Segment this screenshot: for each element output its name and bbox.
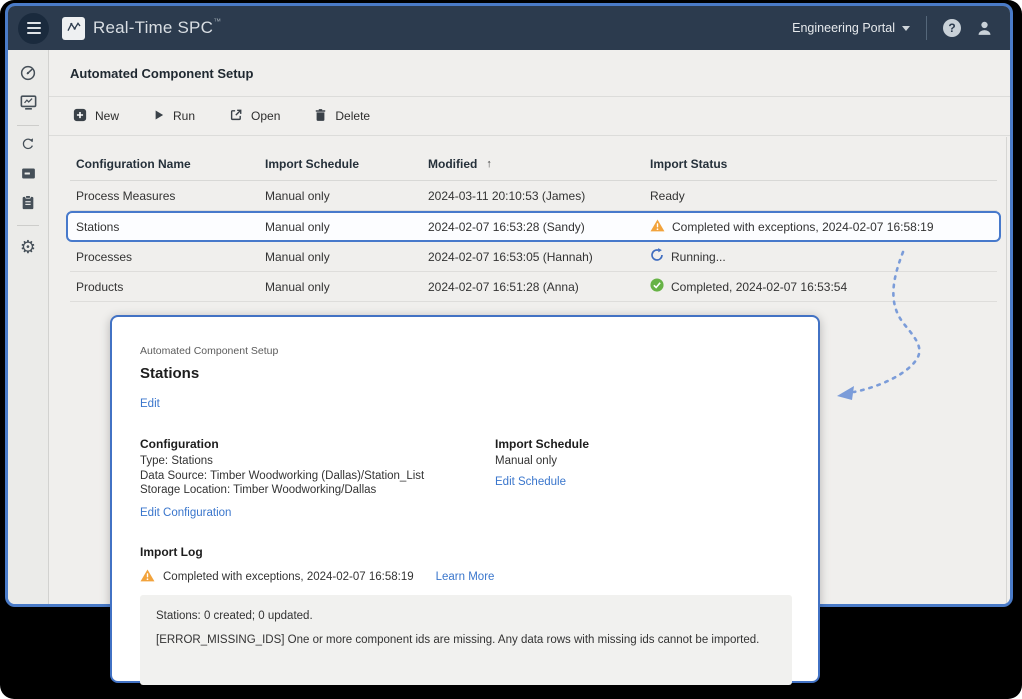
- sidebar-item-archive[interactable]: [13, 161, 43, 190]
- panel-title: Stations: [140, 365, 788, 382]
- table-row[interactable]: Products Manual only 2024-02-07 16:51:28…: [70, 272, 997, 302]
- cell-configuration-name: Process Measures: [70, 189, 259, 203]
- new-button[interactable]: New: [73, 108, 119, 125]
- cell-import-status: Ready: [644, 189, 997, 203]
- user-account-icon[interactable]: [975, 19, 994, 38]
- page-title: Automated Component Setup: [70, 66, 253, 81]
- cell-import-status: Completed, 2024-02-07 16:53:54: [644, 278, 997, 295]
- log-line: [ERROR_MISSING_IDS] One or more componen…: [156, 634, 776, 646]
- table-row[interactable]: Processes Manual only 2024-02-07 16:53:0…: [70, 242, 997, 272]
- sidebar-item-charts[interactable]: [13, 90, 43, 119]
- import-schedule-heading: Import Schedule: [495, 437, 589, 451]
- delete-button[interactable]: Delete: [314, 108, 370, 125]
- warning-icon: [650, 219, 665, 235]
- page-title-bar: Automated Component Setup: [49, 50, 1010, 97]
- portal-selector-label: Engineering Portal: [792, 21, 895, 35]
- configurations-table: Configuration Name Import Schedule Modif…: [70, 136, 997, 302]
- screenshot-frame: Real-Time SPC™ Engineering Portal ?: [0, 0, 1022, 699]
- portal-selector[interactable]: Engineering Portal: [792, 21, 910, 35]
- configuration-heading: Configuration: [140, 437, 495, 451]
- learn-more-link[interactable]: Learn More: [436, 571, 495, 583]
- table-header-row: Configuration Name Import Schedule Modif…: [70, 136, 997, 181]
- warning-icon: [140, 569, 155, 585]
- panel-breadcrumb: Automated Component Setup: [140, 345, 788, 357]
- cell-import-schedule: Manual only: [259, 189, 422, 203]
- gauge-icon: [19, 64, 37, 87]
- cell-import-status: Completed with exceptions, 2024-02-07 16…: [644, 219, 999, 235]
- cell-configuration-name: Processes: [70, 250, 259, 264]
- action-toolbar: New Run Open Delete: [49, 97, 1010, 136]
- sidebar-item-dashboard[interactable]: [13, 61, 43, 90]
- top-bar: Real-Time SPC™ Engineering Portal ?: [8, 6, 1010, 50]
- open-button-label: Open: [251, 109, 280, 123]
- import-log-status-text: Completed with exceptions, 2024-02-07 16…: [163, 571, 414, 583]
- column-header-import-status[interactable]: Import Status: [644, 157, 997, 171]
- help-icon[interactable]: ?: [943, 19, 961, 37]
- run-button-label: Run: [173, 109, 195, 123]
- column-header-configuration-name[interactable]: Configuration Name: [70, 157, 259, 171]
- sync-icon: [20, 136, 36, 157]
- import-schedule-value: Manual only: [495, 455, 589, 469]
- success-check-icon: [650, 278, 664, 295]
- chart-monitor-icon: [19, 93, 38, 117]
- archive-box-icon: [20, 165, 37, 187]
- import-log-heading: Import Log: [140, 545, 788, 559]
- open-button[interactable]: Open: [229, 108, 280, 125]
- cell-import-schedule: Manual only: [259, 250, 422, 264]
- app-logo-icon: [62, 17, 85, 40]
- sidebar-divider: [17, 225, 39, 226]
- hamburger-menu-icon[interactable]: [18, 13, 49, 44]
- sidebar-item-settings[interactable]: ⚙: [13, 232, 43, 261]
- left-nav-sidebar: ⚙: [8, 50, 49, 607]
- edit-configuration-link[interactable]: Edit Configuration: [140, 507, 231, 519]
- import-log-box: Stations: 0 created; 0 updated. [ERROR_M…: [140, 595, 792, 685]
- new-button-label: New: [95, 109, 119, 123]
- clipboard-icon: [20, 194, 36, 216]
- scrollbar-track-line: [1006, 137, 1007, 607]
- sidebar-divider: [17, 125, 39, 126]
- cell-import-status: Running...: [644, 248, 997, 265]
- cell-import-schedule: Manual only: [259, 220, 422, 234]
- play-icon: [153, 109, 165, 124]
- edit-link[interactable]: Edit: [140, 398, 160, 410]
- delete-button-label: Delete: [335, 109, 370, 123]
- column-header-modified[interactable]: Modified↑: [422, 157, 644, 171]
- topbar-divider: [926, 16, 927, 40]
- configuration-data-source: Data Source: Timber Woodworking (Dallas)…: [140, 470, 495, 484]
- sidebar-item-tasks[interactable]: [13, 190, 43, 219]
- table-row-selected[interactable]: Stations Manual only 2024-02-07 16:53:28…: [66, 211, 1001, 242]
- cell-modified: 2024-03-11 20:10:53 (James): [422, 189, 644, 203]
- configuration-section: Configuration Type: Stations Data Source…: [140, 437, 495, 521]
- trademark-symbol: ™: [213, 17, 221, 26]
- trash-icon: [314, 108, 327, 125]
- import-log-section: Import Log Completed with exceptions, 20…: [140, 545, 788, 685]
- product-name: Real-Time SPC™: [93, 18, 221, 38]
- sidebar-item-sync[interactable]: [13, 132, 43, 161]
- log-line: Stations: 0 created; 0 updated.: [156, 610, 776, 622]
- configuration-storage-location: Storage Location: Timber Woodworking/Dal…: [140, 484, 495, 498]
- import-schedule-section: Import Schedule Manual only Edit Schedul…: [495, 437, 589, 521]
- configuration-type: Type: Stations: [140, 455, 495, 469]
- gear-icon: ⚙: [20, 238, 36, 256]
- column-header-import-schedule[interactable]: Import Schedule: [259, 157, 422, 171]
- chevron-down-icon: [902, 26, 910, 31]
- cell-import-schedule: Manual only: [259, 280, 422, 294]
- plus-icon: [73, 108, 87, 125]
- running-refresh-icon: [650, 248, 664, 265]
- open-external-icon: [229, 108, 243, 125]
- run-button[interactable]: Run: [153, 109, 195, 124]
- cell-modified: 2024-02-07 16:53:28 (Sandy): [422, 220, 644, 234]
- cell-configuration-name: Products: [70, 280, 259, 294]
- edit-schedule-link[interactable]: Edit Schedule: [495, 476, 566, 488]
- cell-modified: 2024-02-07 16:53:05 (Hannah): [422, 250, 644, 264]
- cell-modified: 2024-02-07 16:51:28 (Anna): [422, 280, 644, 294]
- table-row[interactable]: Process Measures Manual only 2024-03-11 …: [70, 181, 997, 211]
- sort-ascending-icon: ↑: [486, 158, 492, 170]
- cell-configuration-name: Stations: [70, 220, 259, 234]
- detail-panel: Automated Component Setup Stations Edit …: [110, 315, 820, 683]
